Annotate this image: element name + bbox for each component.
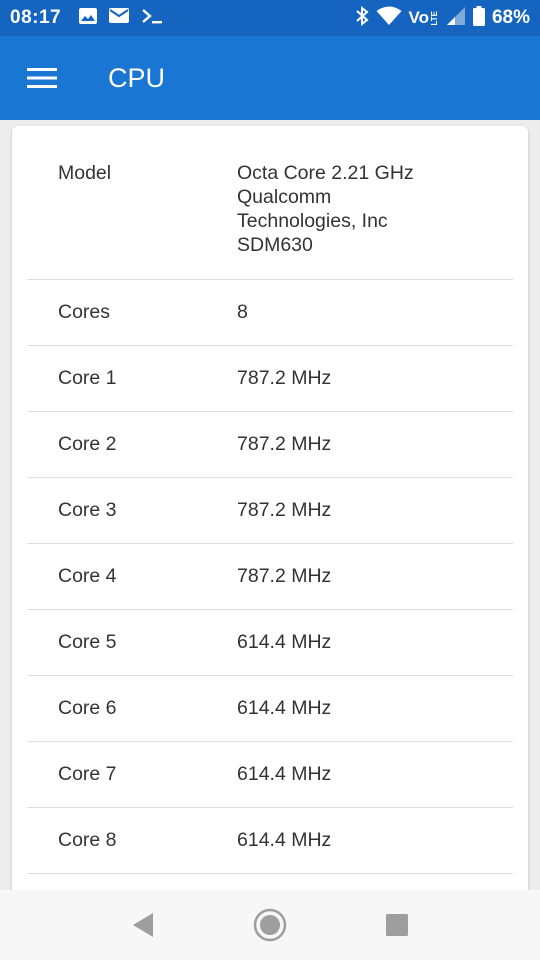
back-button[interactable] (113, 895, 173, 955)
row-key: Core 4 (58, 565, 117, 587)
row-key: Core 7 (58, 763, 117, 785)
recents-button[interactable] (367, 895, 427, 955)
page-title: CPU (108, 62, 166, 93)
list-item-core-7: Core 7 614.4 MHz (27, 742, 513, 808)
list-item-core-3: Core 3 787.2 MHz (27, 478, 513, 544)
recents-icon (385, 914, 408, 936)
status-bar: 08:17 Vo LTE 68% (0, 0, 540, 36)
row-key: Model (58, 162, 112, 184)
row-value: 614.4 MHz (237, 763, 332, 785)
row-key: Core 2 (58, 433, 117, 455)
cpu-info-card: Model Octa Core 2.21 GHz Qualcomm Techno… (12, 126, 528, 896)
list-item-cores: Cores 8 (27, 280, 513, 346)
status-time: 08:17 (10, 7, 62, 28)
row-value: 787.2 MHz (237, 367, 332, 389)
list-item-core-2: Core 2 787.2 MHz (27, 412, 513, 478)
row-value: 614.4 MHz (237, 631, 332, 653)
list-item-core-8: Core 8 614.4 MHz (27, 808, 513, 874)
row-key: Core 3 (58, 499, 117, 521)
row-key: Core 1 (58, 367, 117, 389)
volte-sub-label: LTE (429, 10, 439, 26)
volte-label: Vo (408, 8, 429, 27)
row-value: 614.4 MHz (237, 697, 332, 719)
home-icon (253, 908, 287, 942)
row-value: Octa Core 2.21 GHz Qualcomm Technologies… (237, 162, 414, 256)
row-value: 787.2 MHz (237, 433, 332, 455)
row-value: 8 (237, 301, 248, 323)
battery-icon (472, 5, 485, 31)
image-icon (79, 7, 98, 29)
row-key: Core 5 (58, 631, 117, 653)
terminal-icon (141, 8, 163, 29)
row-key: Core 8 (58, 829, 117, 851)
hamburger-menu-icon (27, 68, 57, 88)
row-value: 614.4 MHz (237, 829, 332, 851)
back-icon (133, 913, 154, 937)
row-key: Core 6 (58, 697, 117, 719)
list-item-core-4: Core 4 787.2 MHz (27, 544, 513, 610)
list-item-model: Model Octa Core 2.21 GHz Qualcomm Techno… (27, 126, 513, 280)
wifi-icon (376, 6, 402, 31)
system-nav-bar (0, 890, 540, 960)
battery-percent: 68% (491, 7, 530, 28)
home-button[interactable] (240, 895, 300, 955)
mail-icon (109, 8, 130, 28)
menu-button[interactable] (0, 36, 84, 120)
row-value: 787.2 MHz (237, 499, 332, 521)
app-bar: CPU (0, 36, 540, 120)
row-value: 787.2 MHz (237, 565, 332, 587)
signal-icon (446, 6, 466, 31)
cpu-info-list: Model Octa Core 2.21 GHz Qualcomm Techno… (27, 126, 513, 874)
list-item-core-5: Core 5 614.4 MHz (27, 610, 513, 676)
bluetooth-icon (355, 5, 369, 31)
list-item-core-1: Core 1 787.2 MHz (27, 346, 513, 412)
list-item-core-6: Core 6 614.4 MHz (27, 676, 513, 742)
volte-indicator: Vo LTE (409, 8, 439, 28)
row-key: Cores (58, 301, 111, 323)
